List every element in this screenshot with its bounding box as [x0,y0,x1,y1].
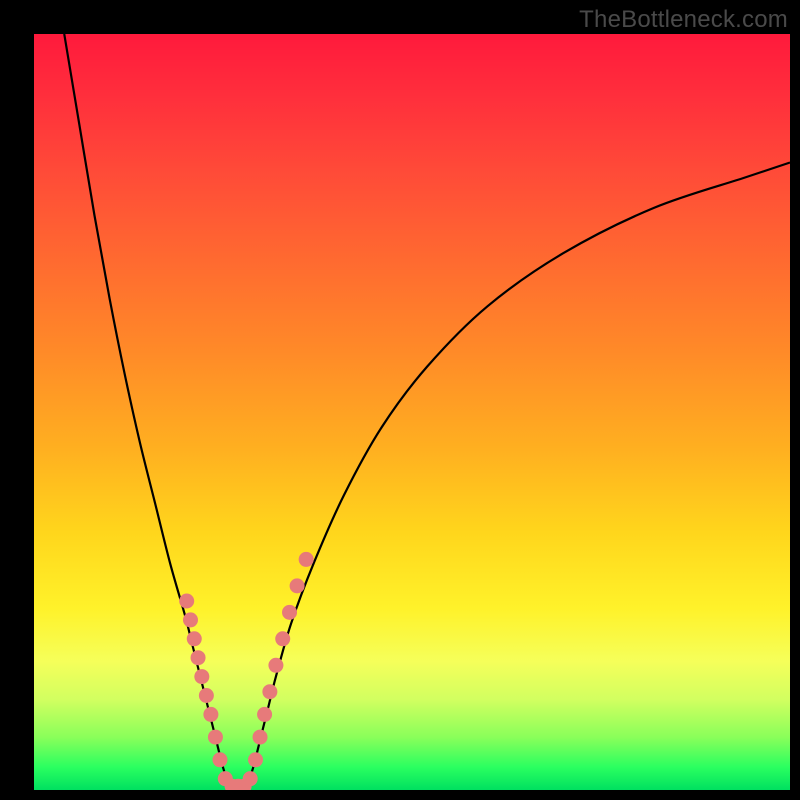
highlight-dot [187,631,202,646]
chart-frame: TheBottleneck.com [0,0,800,800]
highlight-dot [299,552,314,567]
highlight-dot [183,612,198,627]
highlight-dot [290,578,305,593]
highlight-dot [179,594,194,609]
highlight-dot [262,684,277,699]
highlight-dot [257,707,272,722]
highlight-dot [282,605,297,620]
highlight-dot [194,669,209,684]
highlight-dot [268,658,283,673]
highlight-dot [253,730,268,745]
highlight-dot [208,730,223,745]
highlight-dots-group [179,552,313,790]
highlight-dot [203,707,218,722]
highlight-dot [191,650,206,665]
highlight-dot [212,752,227,767]
curve-right-branch [246,163,790,790]
highlight-dot [248,752,263,767]
watermark-text: TheBottleneck.com [579,6,788,34]
highlight-dot [243,771,258,786]
line-right-branch [246,163,790,790]
plot-area [34,34,790,790]
highlight-dot [275,631,290,646]
chart-svg [34,34,790,790]
highlight-dot [199,688,214,703]
